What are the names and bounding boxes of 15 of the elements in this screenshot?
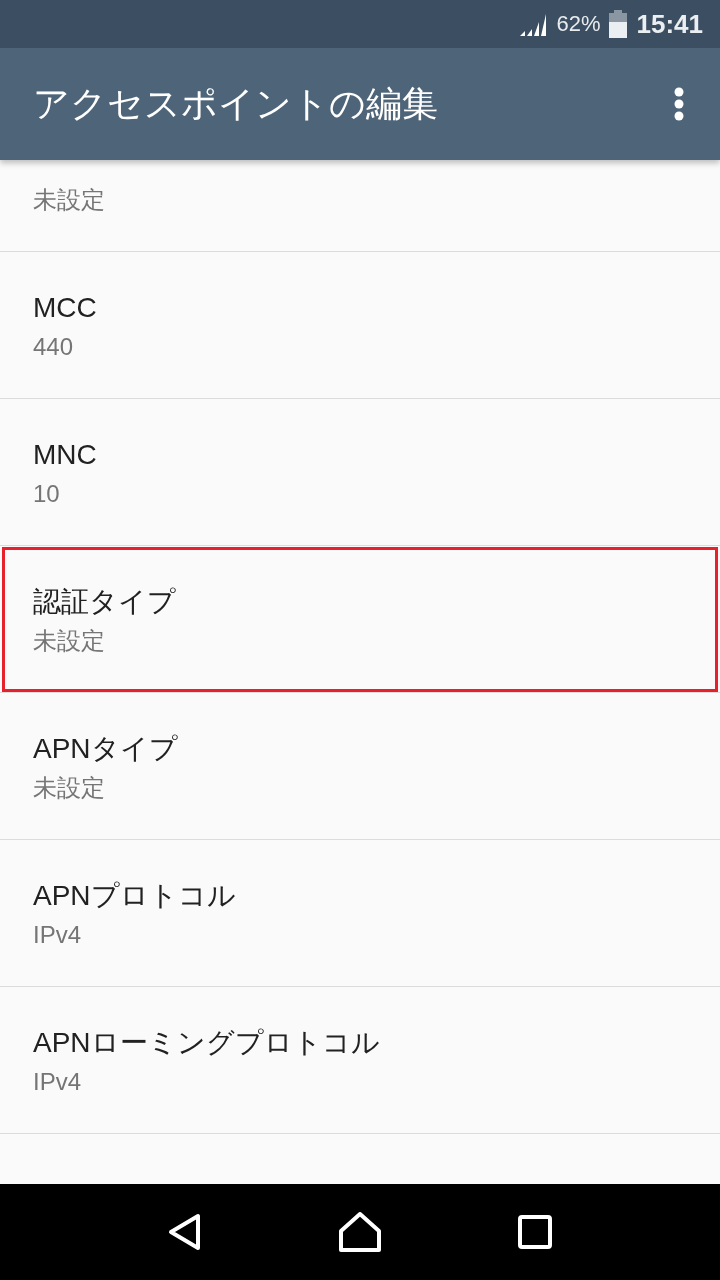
setting-title: APNプロトコル [33,879,236,913]
setting-value: 440 [33,332,74,362]
setting-value: IPv4 [33,1067,82,1097]
setting-title: MCC [33,291,97,325]
setting-title: 認証タイプ [33,585,176,619]
setting-value: 10 [33,479,60,509]
setting-value: IPv4 [33,920,82,950]
setting-value: 未設定 [33,185,105,215]
setting-title: MNC [33,438,97,472]
setting-value: 未設定 [33,773,105,803]
setting-title: APNローミングプロトコル [33,1026,380,1060]
clock-time: 15:41 [636,9,703,39]
setting-value: 未設定 [33,626,105,656]
battery-percentage: 62% [556,11,601,37]
setting-title: APNタイプ [33,732,178,766]
